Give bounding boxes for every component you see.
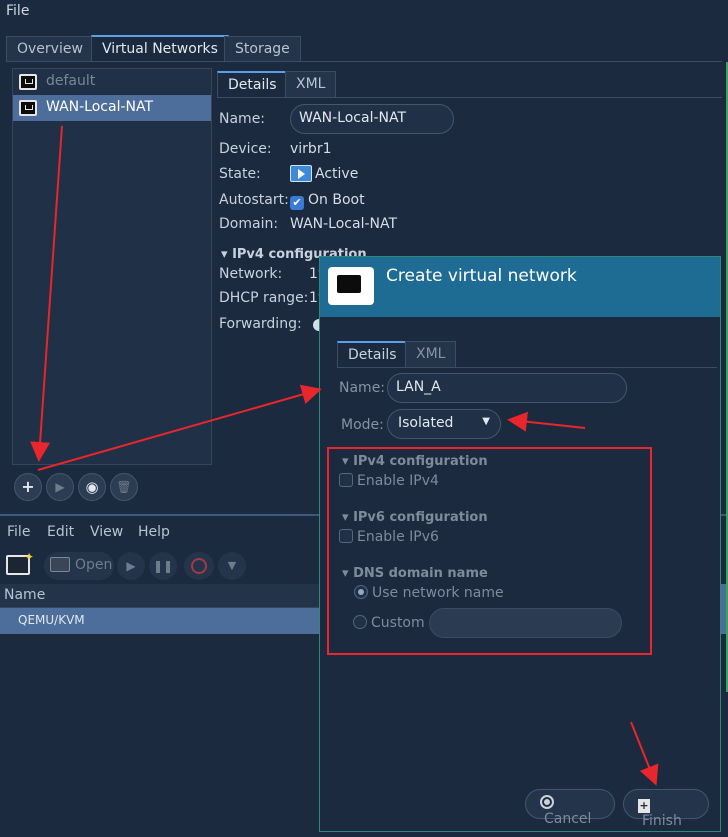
arrow-to-finish-button — [630, 721, 659, 786]
arrow-to-mode-dropdown — [507, 411, 586, 432]
arrow-to-name-field — [37, 384, 322, 471]
annotation-arrows — [30, 125, 659, 786]
arrow-to-add-button — [30, 125, 63, 462]
